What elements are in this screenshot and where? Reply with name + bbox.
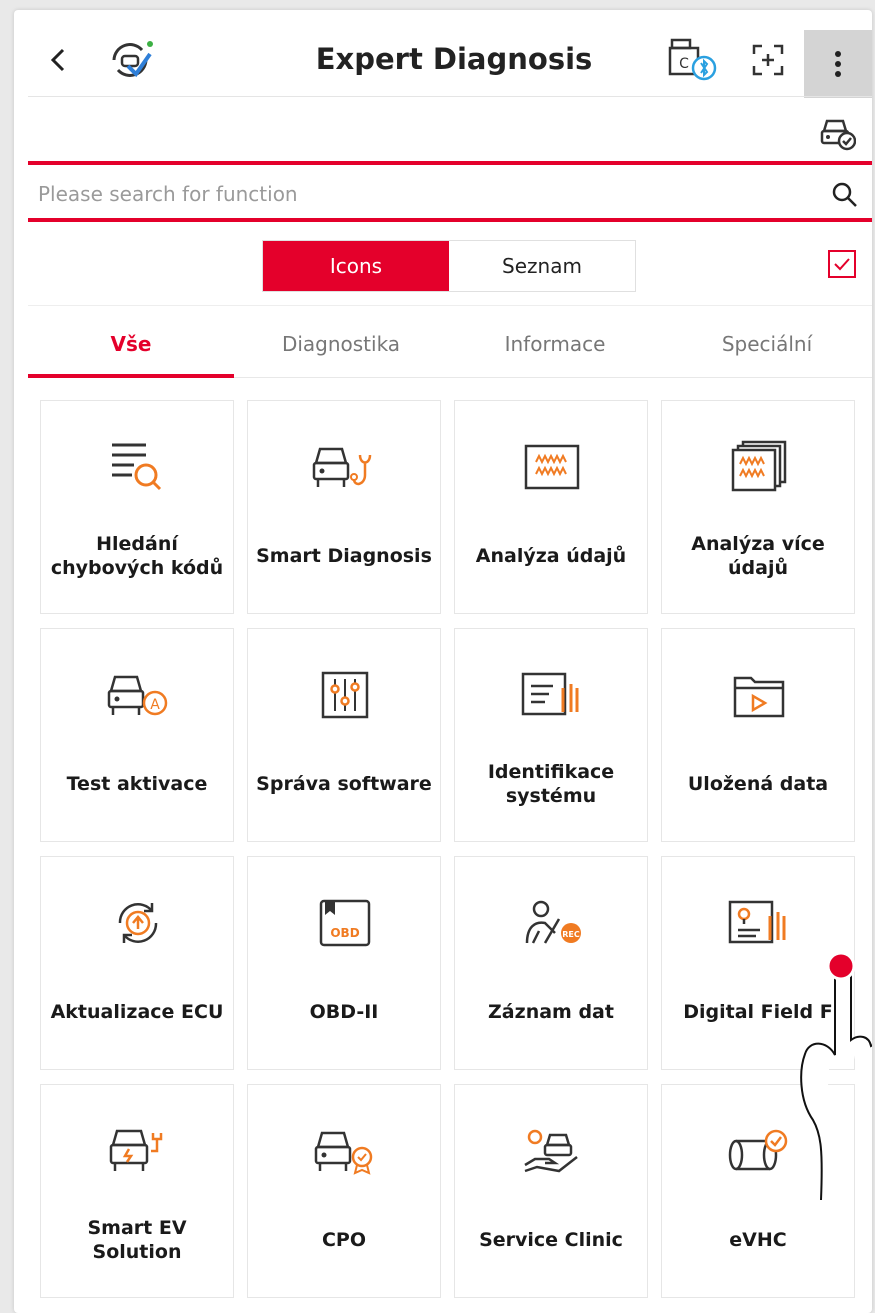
function-tile-test-aktivace[interactable]: A Test aktivace xyxy=(40,628,234,842)
car-certified-icon xyxy=(295,1121,395,1181)
function-tile-label: Service Clinic xyxy=(479,1229,623,1251)
function-tile-label: Analýza více údajů xyxy=(691,533,825,579)
function-tile-analyza-vice-udaju[interactable]: Analýza více údajů xyxy=(661,400,855,614)
function-tile-aktualizace-ecu[interactable]: Aktualizace ECU xyxy=(40,856,234,1070)
scan-icon[interactable] xyxy=(748,40,788,80)
tab-information[interactable]: Informace xyxy=(448,332,662,372)
chevron-left-icon xyxy=(50,48,65,72)
function-tile-label: Digital Field F xyxy=(683,1001,833,1023)
more-options-button[interactable] xyxy=(804,30,872,98)
vehicle-check-icon[interactable] xyxy=(818,114,858,154)
page-title: Expert Diagnosis xyxy=(315,42,593,76)
diagnosis-logo-icon[interactable] xyxy=(104,34,156,86)
function-tile-label: CPO xyxy=(321,1229,367,1251)
tab-diagnostics[interactable]: Diagnostika xyxy=(234,332,448,372)
function-tile-sprava-software[interactable]: Správa software xyxy=(247,628,441,842)
checkmark-icon xyxy=(834,258,850,271)
service-clinic-icon xyxy=(502,1121,602,1181)
function-tile-smart-ev-solution[interactable]: Smart EV Solution xyxy=(40,1084,234,1298)
function-tile-analyza-udaju[interactable]: Analýza údajů xyxy=(454,400,648,614)
ev-car-icon xyxy=(88,1121,188,1181)
function-tile-label: Analýza údajů xyxy=(475,545,627,567)
active-tab-indicator xyxy=(28,374,234,378)
multi-data-wave-icon xyxy=(709,437,809,497)
function-tile-label: Identifikace systému xyxy=(487,761,615,807)
view-toggle: Icons Seznam xyxy=(262,240,636,292)
function-tile-label: Záznam dat xyxy=(488,1001,614,1023)
function-tile-label: Smart Diagnosis xyxy=(256,545,432,567)
function-tile-label: Smart EV Solution xyxy=(87,1217,187,1263)
search-border-top xyxy=(28,161,872,165)
search-border-bottom xyxy=(28,218,872,222)
function-tile-label: Hledání chybových kódů xyxy=(50,533,224,579)
svg-text:C: C xyxy=(679,56,689,72)
data-wave-icon xyxy=(502,437,602,497)
filter-checkbox[interactable] xyxy=(828,250,856,278)
tab-special[interactable]: Speciální xyxy=(662,332,872,372)
svg-text:REC: REC xyxy=(562,930,580,939)
record-data-icon: REC xyxy=(502,893,602,953)
tab-all[interactable]: Vše xyxy=(28,332,234,372)
function-tile-label: Test aktivace xyxy=(66,773,208,795)
function-tile-label: eVHC xyxy=(729,1229,787,1251)
evhc-icon xyxy=(709,1121,809,1181)
app-panel: Expert Diagnosis C Please search for fun… xyxy=(14,10,872,1313)
car-activation-icon: A xyxy=(88,665,188,725)
function-tile-smart-diagnosis[interactable]: Smart Diagnosis xyxy=(247,400,441,614)
search-input[interactable] xyxy=(36,174,800,214)
obd-icon: OBD xyxy=(295,893,395,953)
function-tile-ulozena-data[interactable]: Uložená data xyxy=(661,628,855,842)
ecu-update-icon xyxy=(88,893,188,953)
top-bar: Expert Diagnosis C xyxy=(14,10,872,98)
function-tile-digital-field-f[interactable]: Digital Field F xyxy=(661,856,855,1070)
back-button[interactable] xyxy=(42,40,74,80)
function-tile-evhc[interactable]: eVHC xyxy=(661,1084,855,1298)
more-vertical-icon xyxy=(835,51,841,77)
function-tile-label: OBD-II xyxy=(309,1001,379,1023)
icons-view-button[interactable]: Icons xyxy=(263,241,449,291)
field-kit-icon xyxy=(709,893,809,953)
dtc-search-icon xyxy=(88,437,188,497)
folder-play-icon xyxy=(709,665,809,725)
divider xyxy=(28,305,872,306)
function-tile-obd-ii[interactable]: OBD OBD-II xyxy=(247,856,441,1070)
system-id-icon xyxy=(502,665,602,725)
svg-text:A: A xyxy=(150,697,160,713)
search-icon[interactable] xyxy=(828,178,862,212)
function-tile-zaznam-dat[interactable]: REC Záznam dat xyxy=(454,856,648,1070)
header-divider xyxy=(28,96,872,97)
function-tile-cpo[interactable]: CPO xyxy=(247,1084,441,1298)
function-tile-label: Uložená data xyxy=(687,773,829,795)
list-view-button[interactable]: Seznam xyxy=(449,241,635,291)
sliders-icon xyxy=(295,665,395,725)
car-stethoscope-icon xyxy=(295,437,395,497)
function-tile-service-clinic[interactable]: Service Clinic xyxy=(454,1084,648,1298)
function-tile-hledani-chybovych-kodu[interactable]: Hledání chybových kódů xyxy=(40,400,234,614)
vci-bluetooth-icon[interactable]: C xyxy=(666,36,720,86)
function-tile-label: Správa software xyxy=(256,773,432,795)
function-tile-label: Aktualizace ECU xyxy=(50,1001,224,1023)
function-tile-identifikace-systemu[interactable]: Identifikace systému xyxy=(454,628,648,842)
svg-text:OBD: OBD xyxy=(330,926,359,940)
